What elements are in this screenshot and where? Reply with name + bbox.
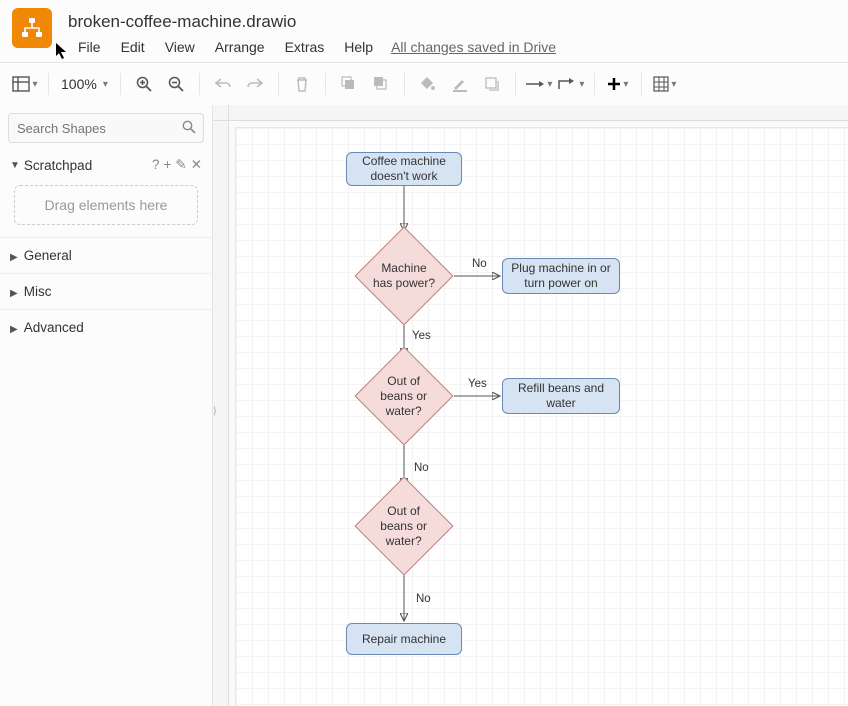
mouse-cursor-icon <box>55 42 69 60</box>
menu-extras[interactable]: Extras <box>275 35 335 59</box>
chevron-right-icon: ▶ <box>10 288 18 299</box>
shadow-button[interactable] <box>477 69 507 99</box>
canvas-page[interactable]: Coffee machine doesn't work Machine has … <box>235 127 848 706</box>
menu-file[interactable]: File <box>68 35 111 59</box>
zoom-value: 100% <box>61 76 97 92</box>
sidebar: ▼ Scratchpad ? + ✎ ✕ Drag elements here … <box>0 105 213 706</box>
sidebar-section-advanced[interactable]: ▶ Advanced <box>0 309 212 345</box>
scratchpad-header[interactable]: ▼ Scratchpad ? + ✎ ✕ <box>0 151 212 179</box>
to-front-button[interactable] <box>334 69 364 99</box>
edge-label-no: No <box>416 593 431 605</box>
help-icon[interactable]: ? <box>152 157 160 173</box>
node-label: Plug machine in or turn power on <box>503 261 619 291</box>
to-back-button[interactable] <box>366 69 396 99</box>
zoom-level[interactable]: 100% ▾ <box>57 76 112 92</box>
chevron-down-icon: ▼ <box>10 160 20 171</box>
edge-label-no: No <box>414 462 429 474</box>
chevron-down-icon: ▾ <box>623 79 628 90</box>
menubar: File Edit View Arrange Extras Help All c… <box>0 32 848 62</box>
chevron-down-icon: ▾ <box>32 79 37 90</box>
undo-button[interactable] <box>208 69 238 99</box>
waypoint-style-button[interactable]: ▾ <box>556 69 586 99</box>
insert-button[interactable]: ▾ <box>603 69 633 99</box>
search-shapes <box>8 113 204 143</box>
menu-arrange[interactable]: Arrange <box>205 35 275 59</box>
save-status[interactable]: All changes saved in Drive <box>391 39 556 55</box>
search-input[interactable] <box>8 113 204 143</box>
chevron-right-icon: ▶ <box>10 324 18 335</box>
node-start[interactable]: Coffee machine doesn't work <box>346 152 462 186</box>
line-color-button[interactable] <box>445 69 475 99</box>
scratchpad-label: Scratchpad <box>24 158 92 173</box>
chevron-down-icon: ▾ <box>547 79 552 90</box>
canvas[interactable]: ⟨⟩ Coffee machine doesn' <box>213 105 848 706</box>
sidebar-section-general[interactable]: ▶ General <box>0 237 212 273</box>
node-label: Coffee machine doesn't work <box>347 154 461 184</box>
sidebar-section-misc[interactable]: ▶ Misc <box>0 273 212 309</box>
connection-style-button[interactable]: ▾ <box>524 69 554 99</box>
redo-button[interactable] <box>240 69 270 99</box>
delete-button[interactable] <box>287 69 317 99</box>
node-plug-in[interactable]: Plug machine in or turn power on <box>502 258 620 294</box>
app-logo <box>12 8 52 48</box>
toolbar: ▾ 100% ▾ ▾ ▾ ▾ ▾ <box>0 63 848 105</box>
menu-view[interactable]: View <box>155 35 205 59</box>
ruler-corner <box>213 105 229 121</box>
menu-help[interactable]: Help <box>334 35 383 59</box>
flowchart-edges <box>236 128 848 706</box>
app-root: broken-coffee-machine.drawio File Edit V… <box>0 0 848 706</box>
node-repair[interactable]: Repair machine <box>346 623 462 655</box>
chevron-down-icon: ▾ <box>579 79 584 90</box>
search-icon[interactable] <box>182 120 196 137</box>
chevron-down-icon: ▾ <box>103 79 108 90</box>
pencil-icon[interactable]: ✎ <box>175 157 186 173</box>
node-label: Refill beans and water <box>503 381 619 411</box>
scratchpad-hint: Drag elements here <box>45 197 168 213</box>
splitter-handle[interactable]: ⟨⟩ <box>213 406 217 417</box>
node-label: Out of beans or water? <box>370 374 438 419</box>
node-label: Repair machine <box>362 632 446 647</box>
chevron-right-icon: ▶ <box>10 252 18 263</box>
ruler-horizontal <box>229 105 848 121</box>
document-title[interactable]: broken-coffee-machine.drawio <box>68 12 296 32</box>
plus-icon[interactable]: + <box>163 157 171 173</box>
zoom-out-button[interactable] <box>161 69 191 99</box>
table-button[interactable]: ▾ <box>650 69 680 99</box>
node-refill[interactable]: Refill beans and water <box>502 378 620 414</box>
edge-label-yes: Yes <box>468 378 487 390</box>
sidebar-label: Advanced <box>24 320 84 335</box>
edge-label-yes: Yes <box>412 330 431 342</box>
panel-toggle-button[interactable]: ▾ <box>10 69 40 99</box>
node-label: Out of beans or water? <box>370 504 438 549</box>
fill-color-button[interactable] <box>413 69 443 99</box>
close-icon[interactable]: ✕ <box>191 157 202 173</box>
chevron-down-icon: ▾ <box>671 79 676 90</box>
sidebar-label: General <box>24 248 72 263</box>
workspace: ▼ Scratchpad ? + ✎ ✕ Drag elements here … <box>0 105 848 706</box>
sidebar-label: Misc <box>24 284 52 299</box>
menu-edit[interactable]: Edit <box>111 35 155 59</box>
edge-label-no: No <box>472 258 487 270</box>
titlebar: broken-coffee-machine.drawio <box>0 0 848 32</box>
scratchpad-dropzone[interactable]: Drag elements here <box>14 185 198 225</box>
zoom-in-button[interactable] <box>129 69 159 99</box>
node-label: Machine has power? <box>370 261 438 291</box>
